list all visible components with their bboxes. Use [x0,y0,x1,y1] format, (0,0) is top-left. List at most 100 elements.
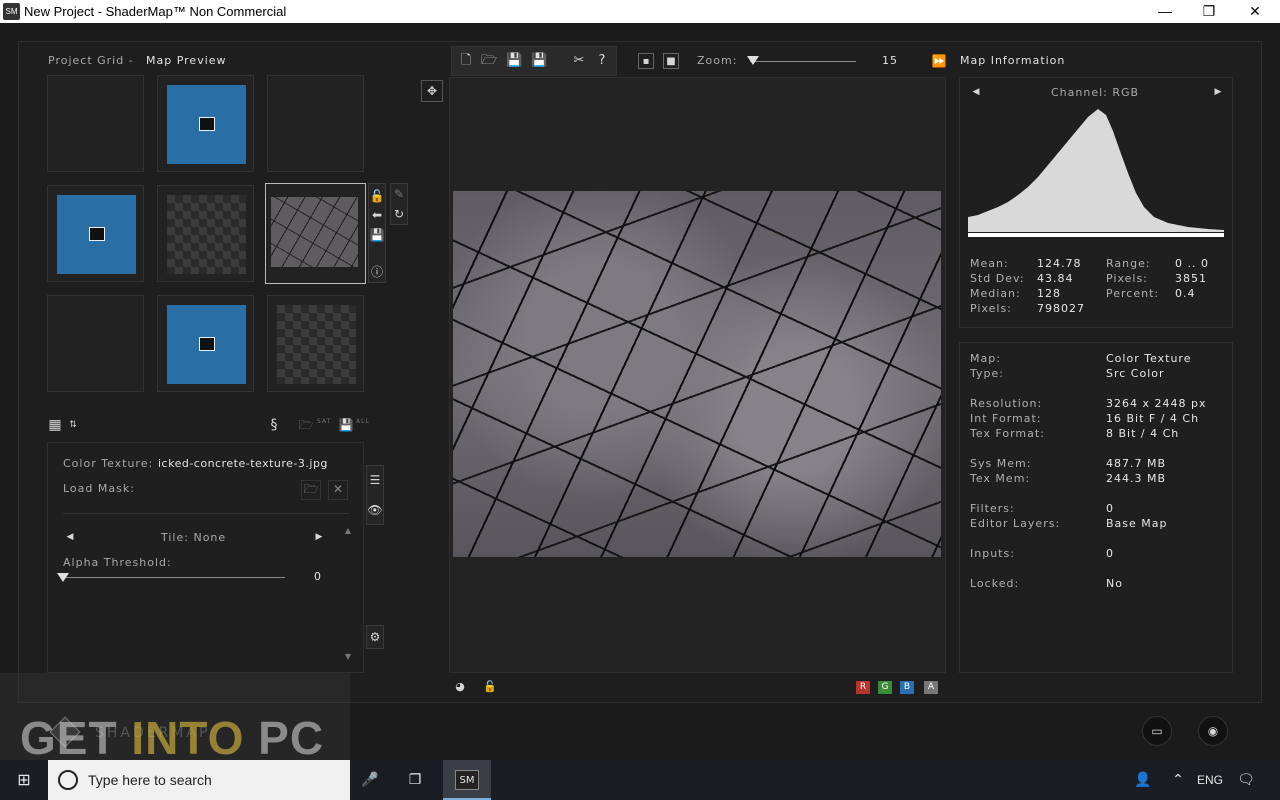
maximize-button[interactable]: ❐ [1186,0,1232,23]
minimize-button[interactable]: — [1142,0,1188,23]
info-icon[interactable]: ⓘ [369,264,385,280]
adjust-sliders-icon[interactable]: ☰ [367,472,383,488]
tile-prev-icon[interactable]: ◀ [62,529,78,545]
info-type-value: Src Color [1106,367,1165,380]
eye-preview-icon: ◉ [1207,724,1219,738]
grid-cell-5[interactable] [157,185,254,282]
windows-start-icon[interactable]: ⊞ [14,770,34,790]
layout-toggle-button[interactable]: ▭ [1142,716,1172,746]
pencil-icon[interactable]: ✎ [391,186,407,202]
new-file-icon[interactable]: 🗋 [458,53,474,69]
sort-arrows-icon[interactable]: ⇅ [65,417,81,433]
zoom-slider[interactable] [750,61,856,62]
stat-pixels-label: Pixels: [970,302,1012,315]
lock-icon[interactable]: 🔓 [482,679,498,695]
info-sys-mem-label: Sys Mem: [970,457,1032,470]
stat-median-label: Median: [970,287,1021,300]
stat-sel-pixels-label: Pixels: [1106,272,1148,285]
stat-stddev-label: Std Dev: [970,272,1025,285]
notification-icon[interactable]: 🗨 [1236,770,1256,790]
divider [63,513,349,514]
info-map-label: Map: [970,352,1001,365]
show-hidden-icons-chevron[interactable]: ⌃ [1168,770,1188,790]
grid-cell-1[interactable] [47,75,144,172]
scroll-down-icon[interactable]: ▼ [340,649,356,665]
eye-icon[interactable]: 👁 [367,502,383,518]
histogram-chart [968,109,1224,237]
load-mask-label: Load Mask: [63,482,135,495]
texture-thumbnail [271,197,358,267]
channel-a-button[interactable]: A [924,681,938,694]
channel-r-button[interactable]: R [856,681,870,694]
refresh-icon[interactable]: ↻ [391,206,407,222]
grid-view-icon[interactable]: ▦ [47,417,63,433]
color-texture-filename[interactable]: icked-concrete-texture-3.jpg [158,457,328,470]
taskbar: ⊞ Type here to search 🎤 ❐ SM 👤 ⌃ ENG 🗨 [0,760,1280,800]
mask-clear-icon[interactable]: ✕ [328,480,348,500]
zoom-label: Zoom: [697,54,738,67]
grid-cell-2[interactable] [157,75,254,172]
people-icon[interactable]: 👤 [1133,770,1153,790]
grid-cell-7[interactable] [47,295,144,392]
alpha-threshold-label: Alpha Threshold: [63,556,172,569]
transparent-map [167,195,246,274]
folder-icon [199,337,215,351]
mask-folder-icon[interactable]: 🗁 [301,480,321,500]
zoom-slider-handle[interactable] [747,56,759,65]
save-all-icon[interactable]: 💾 [531,53,547,69]
stat-percent-label: Percent: [1106,287,1160,300]
view-split-icon[interactable]: ▪ [638,53,654,69]
scroll-up-icon[interactable]: ▲ [340,523,356,539]
language-indicator[interactable]: ENG [1196,770,1224,790]
grid-cell-4[interactable] [47,185,144,282]
alpha-threshold-slider[interactable] [63,577,285,578]
save-map-icon[interactable]: 💾 [369,227,385,243]
tools-icon[interactable]: ✂ [571,53,587,69]
grid-cell-3[interactable] [267,75,364,172]
settings-bar: ⚙ [366,625,384,649]
empty-map-slot [167,305,246,384]
info-filters-label: Filters: [970,502,1015,515]
gear-icon[interactable]: ⚙ [367,629,383,645]
move-cursor-icon[interactable]: ✥ [421,80,443,102]
task-view-icon[interactable]: ❐ [405,770,425,790]
alpha-threshold-handle[interactable] [57,573,69,582]
open-folder-disabled-icon[interactable]: 🗁 [298,417,314,433]
taskbar-search-box[interactable]: Type here to search 🎤 [48,760,379,800]
stat-range-label: Range: [1106,257,1151,270]
tile-value: Tile: None [161,531,227,544]
color-ball-icon[interactable]: ◕ [452,679,468,695]
info-type-label: Type: [970,367,1004,380]
channel-g-button[interactable]: G [878,681,892,694]
grid-cell-9[interactable] [267,295,364,392]
search-placeholder: Type here to search [88,772,212,788]
preview-toggle-button[interactable]: ◉ [1198,716,1228,746]
channel-prev-icon[interactable]: ◀ [968,84,984,100]
texture-preview-image[interactable] [453,191,941,557]
arrow-left-icon[interactable]: ⬅ [369,207,385,223]
script-icon[interactable]: § [266,417,282,433]
save-all-disabled-icon[interactable]: 💾 [338,417,354,433]
histogram-area [968,109,1224,232]
channel-next-icon[interactable]: ▶ [1210,84,1226,100]
alpha-threshold-value: 0 [314,570,322,583]
view-single-icon[interactable]: ■ [663,53,679,69]
open-folder-icon[interactable]: 🗁 [481,53,497,69]
help-icon[interactable]: ? [594,53,610,69]
color-texture-label: Color Texture: [63,457,154,470]
info-int-format-value: 16 Bit F / 4 Ch [1106,412,1200,425]
unlock-icon[interactable]: 🔓 [369,188,385,204]
zoom-value: 15 [882,54,898,67]
grid-cell-8[interactable] [157,295,254,392]
channel-b-button[interactable]: B [900,681,914,694]
save-icon[interactable]: 💾 [506,53,522,69]
tile-next-icon[interactable]: ▶ [311,529,327,545]
microphone-icon[interactable]: 🎤 [360,770,380,790]
expand-panel-icon[interactable]: ⏩ [931,53,947,69]
taskbar-shadermap-app[interactable]: SM [443,760,491,800]
watermark-part1: GET [20,712,132,764]
cell-tools-bar: 🔓 ⬅ 💾 ⓘ [368,183,386,283]
grid-cell-selected[interactable] [265,183,366,284]
close-button[interactable]: ✕ [1232,0,1278,23]
info-inputs-label: Inputs: [970,547,1015,560]
